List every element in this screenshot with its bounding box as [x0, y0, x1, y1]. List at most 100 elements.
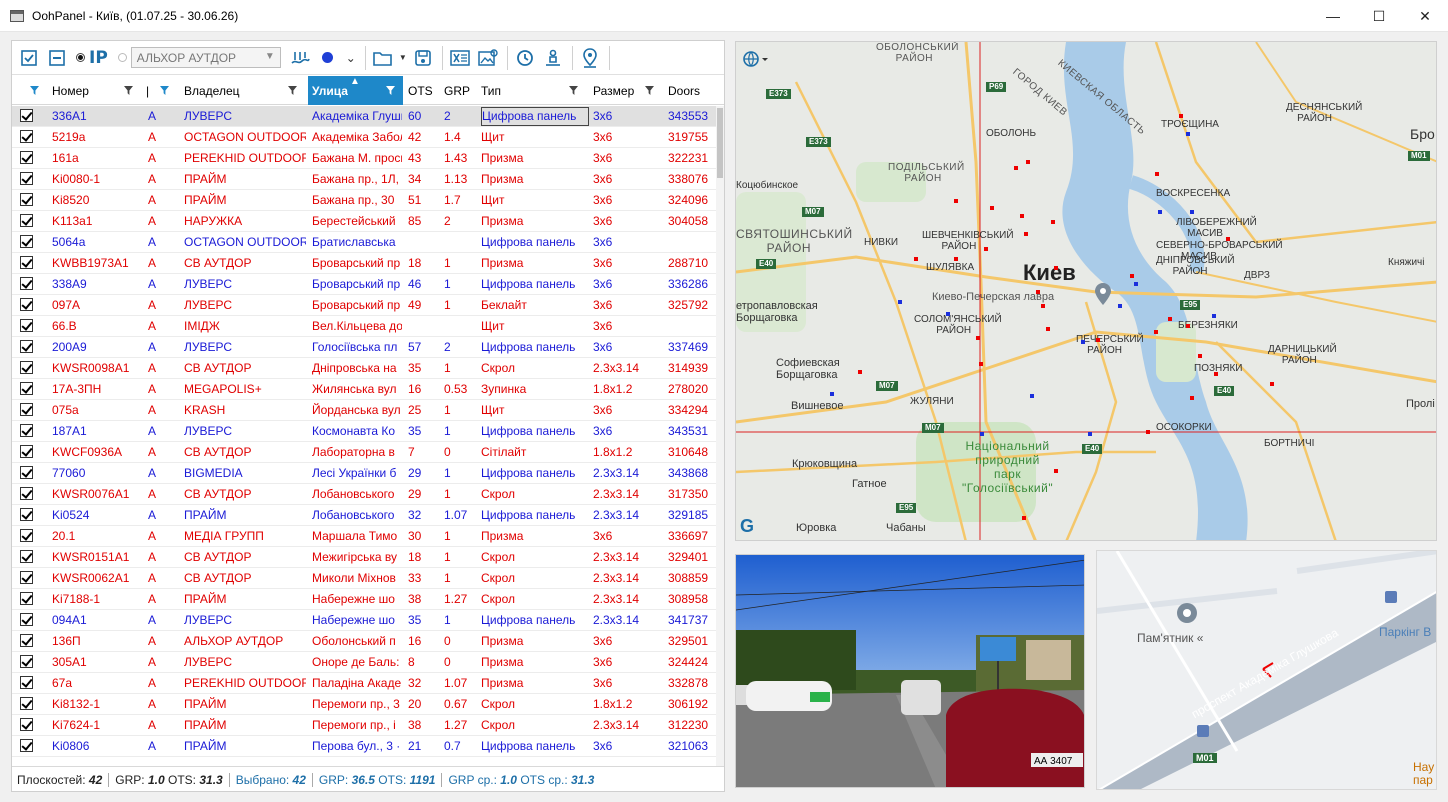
map-marker[interactable]	[1024, 232, 1028, 236]
table-row[interactable]: Ki0080-1 A ПРАЙМ Бажана пр., 1Л, 34 1.13 Призм…	[12, 169, 724, 190]
map-marker[interactable]	[954, 199, 958, 203]
table-row[interactable]: 5219a A OCTAGON OUTDOOR Академіка Заболотно…	[12, 127, 724, 148]
select-all-icon[interactable]	[16, 45, 42, 71]
owner-radio[interactable]	[117, 53, 127, 62]
map-marker[interactable]	[1186, 324, 1190, 328]
row-checkbox[interactable]	[20, 235, 33, 248]
wave-icon[interactable]	[287, 45, 313, 71]
map-marker[interactable]	[980, 432, 984, 436]
row-checkbox[interactable]	[20, 697, 33, 710]
table-row[interactable]: 187A1 A ЛУВЕРС Космонавта Ко 35 1 Цифрова пане…	[12, 421, 724, 442]
close-button[interactable]: ✕	[1402, 0, 1448, 32]
map-marker[interactable]	[1026, 160, 1030, 164]
row-checkbox[interactable]	[20, 193, 33, 206]
map-marker[interactable]	[946, 312, 950, 316]
save-icon[interactable]	[410, 45, 436, 71]
pegman-icon[interactable]	[540, 45, 566, 71]
table-row[interactable]: 338A9 A ЛУВЕРС Броварський пр 46 1 Цифрова пан…	[12, 274, 724, 295]
row-checkbox[interactable]	[20, 256, 33, 269]
table-row[interactable]: KWCF0936A A СВ АУТДОР Лабораторна в 7 0 Сітіла…	[12, 442, 724, 463]
map-marker[interactable]	[1020, 214, 1024, 218]
map-marker[interactable]	[1158, 210, 1162, 214]
row-checkbox[interactable]	[20, 592, 33, 605]
maximize-button[interactable]: ☐	[1356, 0, 1402, 32]
table-row[interactable]: 5064a A OCTAGON OUTDOOR Братиславська Цифров…	[12, 232, 724, 253]
map-marker[interactable]	[1054, 469, 1058, 473]
row-checkbox[interactable]	[20, 424, 33, 437]
row-checkbox[interactable]	[20, 508, 33, 521]
map-marker[interactable]	[976, 336, 980, 340]
row-checkbox[interactable]	[20, 718, 33, 731]
location-pin-icon[interactable]	[577, 45, 603, 71]
map-marker[interactable]	[1054, 266, 1058, 270]
row-checkbox[interactable]	[20, 550, 33, 563]
history-icon[interactable]	[512, 45, 538, 71]
table-row[interactable]: 67a A PEREKHID OUTDOOR Паладіна Акаде 32 1.07…	[12, 673, 724, 694]
row-checkbox[interactable]	[20, 214, 33, 227]
table-row[interactable]: 200A9 A ЛУВЕРС Голосіївська пл 57 2 Цифрова па…	[12, 337, 724, 358]
owner-combo[interactable]: АЛЬХОР АУТДОР ▼	[130, 47, 281, 68]
row-checkbox[interactable]	[20, 382, 33, 395]
map-marker[interactable]	[1270, 382, 1274, 386]
chevron-down-icon[interactable]: ▼	[398, 45, 408, 71]
table-row[interactable]: KWSR0076A1 A СВ АУТДОР Лобановського 29 1 Скро…	[12, 484, 724, 505]
row-checkbox[interactable]	[20, 130, 33, 143]
row-checkbox[interactable]	[20, 655, 33, 668]
table-row[interactable]: 097A A ЛУВЕРС Броварський пр 49 1 Беклайт 3x6 32…	[12, 295, 724, 316]
map-marker[interactable]	[1081, 340, 1085, 344]
table-row[interactable]: Ki0806 A ПРАЙМ Перова бул., 3 · 21 0.7 Цифрова…	[12, 736, 724, 757]
table-row[interactable]: Ki8520 A ПРАЙМ Бажана пр., 30 51 1.7 Щит 3x6 324…	[12, 190, 724, 211]
table-row[interactable]: 305A1 A ЛУВЕРС Оноре де Баль: 8 0 Призма 3x6 324…	[12, 652, 724, 673]
check-column-filter-icon[interactable]	[30, 76, 44, 105]
table-row[interactable]: KWSR0098A1 A СВ АУТДОР Дніпровська на 35 1 Скр…	[12, 358, 724, 379]
table-row[interactable]: 136П A АЛЬХОР АУТДОР Оболонський п 16 0 Призма…	[12, 631, 724, 652]
row-checkbox[interactable]	[20, 466, 33, 479]
ip-radio[interactable]	[76, 53, 85, 62]
deselect-all-icon[interactable]	[44, 45, 70, 71]
column-header-number[interactable]: Номер	[52, 76, 142, 105]
column-header-doors[interactable]: Doors	[668, 76, 718, 105]
table-row[interactable]: KWBB1973A1 A СВ АУТДОР Броварський пр 18 1 При…	[12, 253, 724, 274]
row-checkbox[interactable]	[20, 403, 33, 416]
row-checkbox[interactable]	[20, 319, 33, 332]
table-row[interactable]: K113a1 A НАРУЖКА Берестейський 85 2 Призма 3x6 3…	[12, 211, 724, 232]
map-marker[interactable]	[1014, 166, 1018, 170]
map-marker[interactable]	[914, 257, 918, 261]
map-marker[interactable]	[1036, 290, 1040, 294]
grid-scrollbar[interactable]	[716, 106, 724, 766]
scrollbar-thumb[interactable]	[717, 108, 723, 178]
column-header-size[interactable]: Размер	[593, 76, 663, 105]
table-row[interactable]: KWSR0062A1 A СВ АУТДОР Миколи Міхнов 33 1 Скро…	[12, 568, 724, 589]
row-checkbox[interactable]	[20, 529, 33, 542]
folder-icon[interactable]	[370, 45, 396, 71]
map-marker[interactable]	[1190, 210, 1194, 214]
row-checkbox[interactable]	[20, 634, 33, 647]
map-view[interactable]: ОБОЛОНСЬКИЙ РАЙОН КИЕВСКАЯ ОБЛАСТЬ ГОРОД…	[735, 41, 1437, 541]
row-checkbox[interactable]	[20, 277, 33, 290]
row-checkbox[interactable]	[20, 739, 33, 752]
column-header-grp[interactable]: GRP	[444, 76, 478, 105]
map-marker[interactable]	[1168, 317, 1172, 321]
table-row[interactable]: Ki8132-1 A ПРАЙМ Перемоги пр., 3 20 0.67 Скрол…	[12, 694, 724, 715]
map-marker[interactable]	[984, 247, 988, 251]
table-row[interactable]: 17А-3ПН A MEGAPOLIS+ Жилянська вул 16 0.53 Зуп…	[12, 379, 724, 400]
map-marker[interactable]	[1022, 516, 1026, 520]
color-dot-icon[interactable]	[315, 45, 341, 71]
map-marker[interactable]	[979, 362, 983, 366]
map-marker[interactable]	[1051, 220, 1055, 224]
row-checkbox[interactable]	[20, 571, 33, 584]
map-marker[interactable]	[1190, 396, 1194, 400]
map-marker[interactable]	[1130, 274, 1134, 278]
map-marker[interactable]	[990, 206, 994, 210]
map-marker[interactable]	[1041, 304, 1045, 308]
map-marker[interactable]	[1134, 282, 1138, 286]
row-checkbox[interactable]	[20, 172, 33, 185]
map-marker[interactable]	[1155, 172, 1159, 176]
row-checkbox[interactable]	[20, 340, 33, 353]
table-row[interactable]: 336A1 A ЛУВЕРС Академіка Глушкова 60 2 Цифрова…	[12, 106, 724, 127]
column-header-side[interactable]: |	[146, 76, 169, 105]
column-header-ots[interactable]: OTS	[408, 76, 444, 105]
table-row[interactable]: Ki7188-1 A ПРАЙМ Набережне шо 38 1.27 Скрол 2.3…	[12, 589, 724, 610]
row-checkbox[interactable]	[20, 109, 33, 122]
mini-map[interactable]: Пам'ятник « Паркінг В проспект Академіка…	[1096, 550, 1437, 790]
